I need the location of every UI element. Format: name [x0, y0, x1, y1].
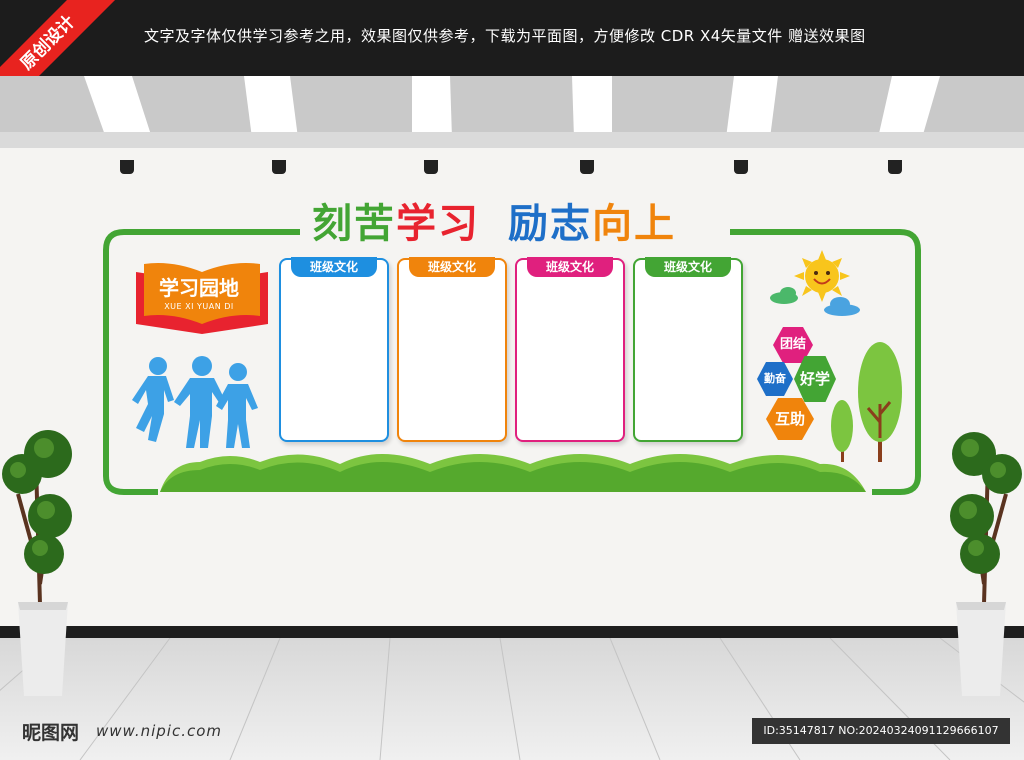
- headline-part-1: 刻苦: [312, 201, 396, 247]
- tree-icon: [831, 342, 902, 462]
- class-culture-panel-1: [279, 258, 389, 442]
- panel-tab-2: 班级文化: [409, 257, 495, 277]
- headline-part-3: 励志: [508, 201, 592, 247]
- potted-plant-icon: [950, 432, 1022, 696]
- class-culture-panel-3: [515, 258, 625, 442]
- site-url: www.nipic.com: [96, 722, 223, 740]
- garden-subtitle: XUE XI YUAN DI: [164, 302, 234, 311]
- spotlight: [734, 160, 748, 174]
- headline-part-2: 学习: [396, 201, 480, 247]
- class-culture-panel-4: [633, 258, 743, 442]
- panel-tab-3: 班级文化: [527, 257, 613, 277]
- spotlight: [120, 160, 134, 174]
- potted-plant-icon: [2, 430, 72, 696]
- spotlight: [424, 160, 438, 174]
- sun-icon: [770, 250, 860, 316]
- spotlight: [888, 160, 902, 174]
- class-culture-panel-2: [397, 258, 507, 442]
- panel-tab-4: 班级文化: [645, 257, 731, 277]
- top-notice: 文字及字体仅供学习参考之用，效果图仅供参考，下载为平面图，方便修改 CDR X4…: [144, 27, 866, 45]
- baseboard: [0, 626, 1024, 638]
- panel-tab-1: 班级文化: [291, 257, 377, 277]
- image-id-bar: ID:35147817 NO:20240324091129666107: [752, 718, 1010, 744]
- spotlight: [272, 160, 286, 174]
- spotlight: [580, 160, 594, 174]
- ceiling-lights: [0, 76, 1024, 148]
- children-silhouette-icon: [132, 356, 258, 448]
- site-logo: 昵图网: [22, 722, 80, 744]
- headline-part-4: 向上: [592, 201, 676, 247]
- headline: 刻苦学习 励志向上: [300, 196, 688, 252]
- garden-title: 学习园地: [159, 276, 239, 300]
